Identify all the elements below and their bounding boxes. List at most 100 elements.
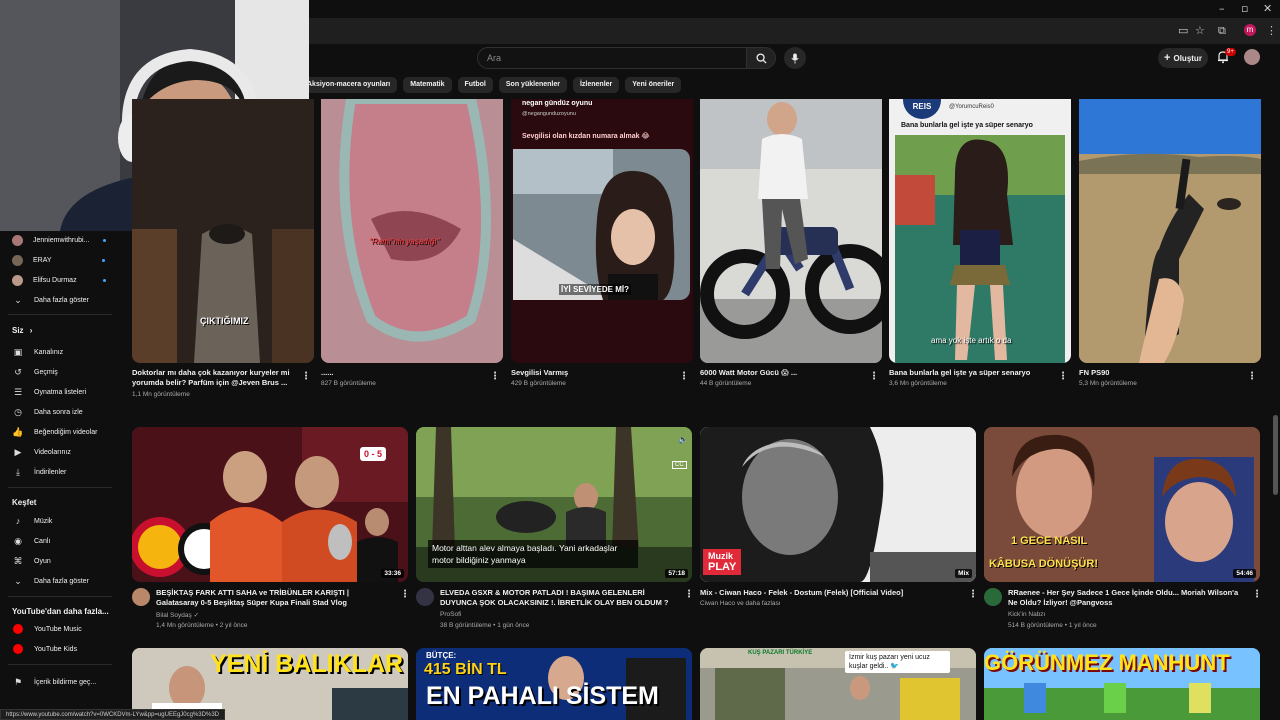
gamepad-icon: ⌘ <box>13 555 23 566</box>
chip-son-yuklenenler[interactable]: Son yüklenenler <box>498 77 567 93</box>
video-title[interactable]: RRaenee - Her Şey Sadece 1 Gece İçinde O… <box>1008 588 1246 608</box>
channel-avatar[interactable] <box>132 588 150 606</box>
video-thumbnail-7[interactable]: KUŞ PAZARI TÜRKİYE İzmir kuş pazarı yeni… <box>700 648 976 720</box>
short-title[interactable]: Doktorlar mı daha çok kazanıyor kuryeler… <box>132 368 292 388</box>
sidebar-more-heading: YouTube'dan daha fazla... <box>12 607 109 616</box>
create-button[interactable]: + Oluştur <box>1158 48 1208 68</box>
search-input[interactable]: Ara <box>477 47 747 69</box>
sidebar-item-live[interactable]: ◉ Canlı <box>12 534 50 548</box>
voice-search-button[interactable] <box>784 47 806 69</box>
short-title[interactable]: 6000 Watt Motor Gücü 😱 ... <box>700 368 860 378</box>
sidebar-item-music[interactable]: ♪ Müzik <box>12 514 53 528</box>
channel-name[interactable]: Bilal Soydaş ✓ <box>156 611 199 619</box>
short-thumbnail-6[interactable] <box>1079 99 1261 363</box>
short-title[interactable]: Bana bunlarla gel işte ya süper senaryo <box>889 368 1049 378</box>
short-thumbnail-2[interactable]: "Rami"nin yaşadığı" <box>321 99 503 363</box>
video-thumbnail-6[interactable]: BÜTÇE: 415 BİN TL EN PAHALI SİSTEM <box>416 648 692 720</box>
mute-icon[interactable]: 🔈 <box>678 435 688 444</box>
sidebar-item-gecmis[interactable]: ↺ Geçmiş <box>12 365 58 379</box>
video-thumbnail-1[interactable]: 0 - 5 33:36 <box>132 427 408 582</box>
short-overlay-text: ama yok işte artık o da <box>931 336 1012 345</box>
video-duration: 54:46 <box>1233 569 1256 578</box>
sidebar-item-your-videos[interactable]: ▶ Videolarınız <box>12 445 71 459</box>
video-thumbnail-2[interactable]: 🔈 CC Motor alttan alev almaya başladı. Y… <box>416 427 692 582</box>
close-icon[interactable]: ✕ <box>1263 2 1272 15</box>
sidebar-item-report[interactable]: ⚑ İçerik bildirme geç... <box>12 675 96 689</box>
sidebar-item-yt-kids[interactable]: YouTube Kids <box>12 642 77 656</box>
video-title[interactable]: ELVEDA GSXR & MOTOR PATLADI ! BAŞIMA GEL… <box>440 588 680 608</box>
score-badge: 0 - 5 <box>360 447 387 461</box>
sidebar-show-more-subs[interactable]: ⌄ Daha fazla göster <box>12 293 89 307</box>
chevron-right-icon: › <box>29 326 33 335</box>
chip-aksiyon[interactable]: Aksiyon-macera oyunları <box>300 77 398 93</box>
chip-futbol[interactable]: Futbol <box>457 77 493 93</box>
sidebar-item-liked[interactable]: 👍 Beğendiğim videolar <box>12 425 97 439</box>
more-options-icon[interactable]: ⋮ <box>490 371 500 382</box>
page-scrollbar[interactable] <box>1273 415 1278 495</box>
chip-izlenenler[interactable]: İzlenenler <box>572 77 620 93</box>
browser-profile-avatar[interactable]: m <box>1244 24 1256 36</box>
more-options-icon[interactable]: ⋮ <box>1247 371 1257 382</box>
channel-name[interactable]: ProSofi <box>440 611 461 618</box>
sidebar-sub-elifsu[interactable]: Elifsu Durmaz <box>12 273 106 287</box>
chevron-down-icon: ⌄ <box>14 575 22 586</box>
sidebar-item-gaming[interactable]: ⌘ Oyun <box>12 554 51 568</box>
channel-avatar[interactable] <box>416 588 434 606</box>
more-options-icon[interactable]: ⋮ <box>684 589 694 600</box>
cast-icon[interactable]: ▭ <box>1178 24 1188 37</box>
avatar <box>12 254 23 266</box>
sidebar-show-more-explore[interactable]: ⌄ Daha fazla göster <box>12 574 89 588</box>
short-views: 1,1 Mn görüntüleme <box>132 391 190 398</box>
more-options-icon[interactable]: ⋮ <box>869 371 879 382</box>
notification-badge: 9+ <box>1225 48 1236 56</box>
more-options-icon[interactable]: ⋮ <box>1058 371 1068 382</box>
short-thumbnail-1[interactable]: ÇIKTIĞIMIZ <box>132 99 314 363</box>
sidebar-sub-eray[interactable]: ERAY <box>12 253 105 267</box>
bookmark-star-icon[interactable]: ☆ <box>1195 24 1205 37</box>
short-title[interactable]: FN PS90 <box>1079 368 1239 378</box>
sidebar-sub-jenniem[interactable]: Jenniemwithrubi... <box>12 233 107 247</box>
maximize-icon[interactable]: ▫ <box>1241 2 1248 15</box>
video-thumbnail-3[interactable]: Muzik PLAY Mix <box>700 427 976 582</box>
video-overlay-text: 415 BİN TL <box>424 661 507 678</box>
short-thumbnail-3[interactable]: negan gündüz oyunu @negangunduzoyunu Sev… <box>511 99 693 363</box>
short-title[interactable]: ...... <box>321 368 481 378</box>
more-options-icon[interactable]: ⋮ <box>968 589 978 600</box>
video-meta: 38 B görüntüleme • 1 gün önce <box>440 622 530 629</box>
mix-badge: Mix <box>955 569 972 578</box>
sidebar-item-playlists[interactable]: ☰ Oynatma listeleri <box>12 385 86 399</box>
short-overlay-text: ÇIKTIĞIMIZ <box>200 316 249 326</box>
sidebar-item-yt-music[interactable]: YouTube Music <box>12 622 82 636</box>
account-avatar[interactable] <box>1244 49 1260 65</box>
chip-matematik[interactable]: Matematik <box>403 77 452 93</box>
short-thumbnail-4[interactable] <box>700 99 882 363</box>
sidebar-item-watch-later[interactable]: ◷ Daha sonra izle <box>12 405 83 419</box>
search-button[interactable] <box>746 47 776 69</box>
video-thumbnail-4[interactable]: 1 GECE NASIL KÂBUSA DÖNÜŞÜR! 54:46 <box>984 427 1260 582</box>
short-title[interactable]: Sevgilisi Varmış <box>511 368 671 378</box>
channel-name[interactable]: Ciwan Haco ve daha fazlası <box>700 600 781 607</box>
avatar <box>12 234 23 246</box>
short-thumbnail-5[interactable]: REIS @YorumcuReis0 Bana bunlarla gel işt… <box>889 99 1071 363</box>
video-meta: 514 B görüntüleme • 1 yıl önce <box>1008 622 1097 629</box>
channel-avatar[interactable] <box>984 588 1002 606</box>
video-thumbnail-8[interactable]: GÖRÜNMEZ MANHUNT <box>984 648 1260 720</box>
cc-icon[interactable]: CC <box>672 461 687 469</box>
more-options-icon[interactable]: ⋮ <box>301 371 311 382</box>
extensions-icon[interactable]: ⧉ <box>1218 24 1226 38</box>
more-options-icon[interactable]: ⋮ <box>1252 589 1262 600</box>
sidebar-you-heading[interactable]: Siz › <box>12 326 32 335</box>
video-duration: 33:36 <box>381 569 404 578</box>
short-top-caption: Bana bunlarla gel işte ya süper senaryo <box>901 122 1033 129</box>
chip-yeni-oneriler[interactable]: Yeni öneriler <box>625 77 682 93</box>
video-title[interactable]: BEŞİKTAŞ FARK ATTI SAHA ve TRİBÜNLER KAR… <box>156 588 392 608</box>
browser-menu-icon[interactable]: ⋮ <box>1266 24 1277 37</box>
channel-name[interactable]: Kick'in Nabzı <box>1008 611 1045 618</box>
minimize-icon[interactable]: – <box>1219 2 1225 15</box>
more-options-icon[interactable]: ⋮ <box>679 371 689 382</box>
sidebar-item-kanaliniz[interactable]: ▣ Kanalınız <box>12 345 63 359</box>
more-options-icon[interactable]: ⋮ <box>400 589 410 600</box>
divider <box>8 596 112 597</box>
video-title[interactable]: Mix - Ciwan Haco - Felek - Dostum (Felek… <box>700 588 936 598</box>
sidebar-item-downloads[interactable]: ⤓ İndirilenler <box>12 465 66 479</box>
